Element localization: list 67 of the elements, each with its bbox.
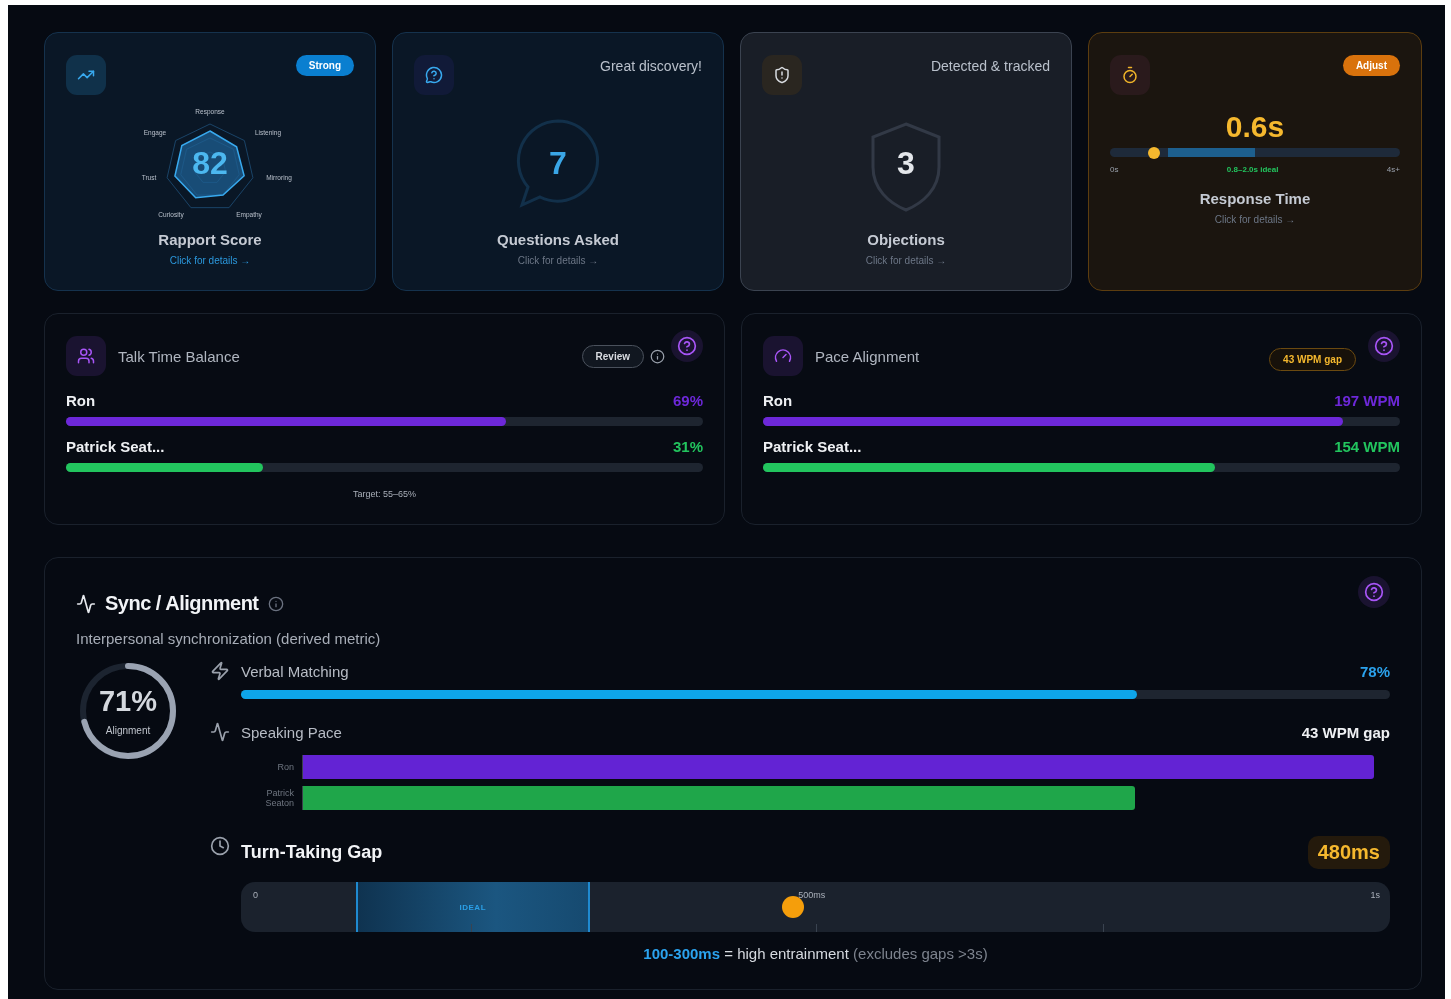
speaker-value: 69% bbox=[672, 392, 703, 410]
tick-label: 1s bbox=[1370, 890, 1380, 900]
stopwatch-icon bbox=[1110, 55, 1150, 95]
card-note: Detected & tracked bbox=[930, 58, 1050, 74]
count-value: 7 bbox=[549, 144, 567, 181]
speaker-value: 197 WPM bbox=[1334, 392, 1400, 410]
card-title: Objections bbox=[867, 230, 945, 250]
metric-value: 43 WPM gap bbox=[1301, 723, 1390, 741]
count-value: 3 bbox=[897, 144, 915, 181]
panel-title: Pace Alignment bbox=[815, 347, 921, 365]
details-link[interactable]: Click for details → bbox=[169, 254, 251, 268]
help-button[interactable] bbox=[671, 330, 703, 362]
lightning-icon bbox=[210, 661, 230, 681]
metric-label: Verbal Matching bbox=[241, 662, 350, 680]
zone-label: IDEAL bbox=[459, 902, 487, 912]
speaker-name: Patrick Seat... bbox=[763, 438, 862, 456]
metric-label: Turn-Taking Gap bbox=[241, 842, 384, 863]
trend-up-icon bbox=[66, 55, 106, 95]
details-link[interactable]: Click for details → bbox=[517, 254, 599, 268]
scale-label: 0s bbox=[1110, 164, 1119, 176]
clock-icon bbox=[210, 836, 230, 856]
shield-alert-icon bbox=[762, 55, 802, 95]
review-button[interactable]: Review bbox=[581, 344, 644, 368]
scale-label: 0.8–2.0s ideal bbox=[1226, 164, 1279, 176]
card-title: Response Time bbox=[1199, 189, 1311, 209]
info-icon[interactable] bbox=[650, 348, 665, 364]
section-subtitle: Interpersonal synchronization (derived metric) bbox=[76, 630, 382, 648]
users-icon bbox=[66, 336, 106, 376]
question-bubble-icon bbox=[414, 55, 454, 95]
bar-label: Patrick Seaton bbox=[264, 788, 295, 808]
metric-card[interactable]: Detected & tracked 3 Objections Click for details → bbox=[740, 32, 1072, 291]
entrainment-note: 100-300ms = high entrainment (excludes gaps >3s) bbox=[642, 945, 989, 963]
speaker-value: 154 WPM bbox=[1334, 438, 1400, 456]
alignment-label: Alignment bbox=[104, 725, 152, 736]
info-icon[interactable] bbox=[267, 595, 284, 612]
speaker-name: Ron bbox=[763, 392, 793, 410]
tick-label: 0 bbox=[253, 890, 258, 900]
panel-title: Talk Time Balance bbox=[118, 347, 241, 365]
metric-label: Speaking Pace bbox=[241, 723, 343, 741]
status-badge: Adjust bbox=[1342, 55, 1400, 76]
help-button[interactable] bbox=[1368, 330, 1400, 362]
details-link[interactable]: Click for details → bbox=[1214, 213, 1296, 227]
metric-card[interactable]: Adjust 0.6s 0s 0.8–2.0s ideal 4s+ Response Time Click for details → bbox=[1088, 32, 1422, 291]
speaker-name: Ron bbox=[66, 392, 96, 410]
card-note: Great discovery! bbox=[600, 58, 702, 74]
pulse-icon bbox=[210, 722, 230, 742]
section-title: Sync / Alignment bbox=[105, 592, 259, 615]
metric-card[interactable]: Great discovery! 7 Questions Asked Click for details → bbox=[392, 32, 724, 291]
gap-value: 480ms bbox=[1307, 836, 1390, 869]
target-note: Target: 55–65% bbox=[351, 489, 417, 499]
speaker-value: 31% bbox=[672, 438, 703, 456]
help-button[interactable] bbox=[1358, 576, 1390, 608]
speaker-name: Patrick Seat... bbox=[66, 438, 165, 456]
status-badge: Strong bbox=[295, 55, 354, 76]
gauge-icon bbox=[763, 336, 803, 376]
alignment-value: 71% bbox=[97, 685, 158, 718]
card-title: Rapport Score bbox=[158, 230, 262, 250]
time-value: 0.6s bbox=[1225, 109, 1285, 145]
bar-label: Ron bbox=[276, 762, 295, 772]
pulse-icon bbox=[76, 593, 96, 614]
details-link[interactable]: Click for details → bbox=[865, 254, 947, 268]
metric-value: 78% bbox=[1359, 662, 1390, 680]
score-value: 82 bbox=[192, 144, 228, 181]
gap-badge: 43 WPM gap bbox=[1269, 347, 1356, 371]
tick-label: 500ms bbox=[798, 890, 826, 900]
card-title: Questions Asked bbox=[497, 230, 619, 250]
scale-label: 4s+ bbox=[1386, 164, 1400, 176]
